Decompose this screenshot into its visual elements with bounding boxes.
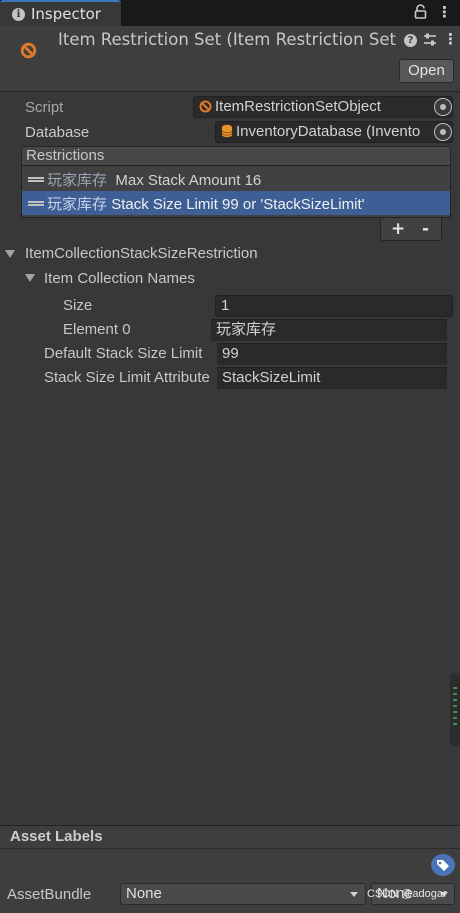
list-item[interactable]: 玩家库存 Max Stack Amount 16: [22, 167, 450, 191]
list-footer: + -: [380, 218, 442, 241]
size-label: Size: [63, 297, 93, 314]
chevron-down-icon: [350, 892, 358, 897]
tab-title: Inspector: [31, 5, 101, 23]
element0-label: Element 0: [63, 321, 131, 338]
drag-handle-icon[interactable]: [28, 177, 44, 179]
restrictions-label: Restrictions: [26, 147, 105, 164]
list-item-text: 玩家库存 Max Stack Amount 16: [47, 169, 261, 190]
restrictions-list-header: Restrictions: [21, 146, 451, 166]
database-field[interactable]: InventoryDatabase (Invento: [215, 121, 453, 143]
script-value: ItemRestrictionSetObject: [215, 98, 381, 115]
list-item-selected[interactable]: 玩家库存 Stack Size Limit 99 or 'StackSizeLi…: [22, 191, 450, 215]
asset-bundle-value: None: [126, 885, 162, 902]
asset-labels-bar: Asset Labels: [0, 825, 460, 849]
drag-handle-icon[interactable]: [28, 201, 44, 203]
script-field[interactable]: ItemRestrictionSetObject: [193, 96, 453, 118]
default-limit-label: Default Stack Size Limit: [44, 345, 203, 362]
script-picker-icon[interactable]: [434, 98, 452, 116]
info-icon: i: [12, 8, 25, 21]
details-title: ItemCollectionStackSizeRestriction: [25, 245, 258, 262]
restriction-set-icon: [20, 42, 37, 63]
list-item-label: Max Stack Amount 16: [115, 172, 262, 189]
asset-labels-title: Asset Labels: [10, 828, 103, 845]
presets-icon[interactable]: [423, 32, 437, 51]
list-item-label: Stack Size Limit 99 or 'StackSizeLimit': [111, 196, 365, 213]
inspector-tab[interactable]: i Inspector: [0, 0, 121, 26]
asset-bundle-dropdown[interactable]: None: [120, 883, 366, 905]
database-value: InventoryDatabase (Invento: [236, 123, 421, 140]
list-item-text: 玩家库存 Stack Size Limit 99 or 'StackSizeLi…: [47, 193, 365, 214]
list-item-collection: 玩家库存: [47, 172, 108, 189]
lock-icon[interactable]: [414, 4, 427, 23]
remove-item-button[interactable]: -: [422, 218, 429, 240]
watermark: CSDN @adogar: [367, 888, 447, 900]
asset-bundle-label: AssetBundle: [7, 886, 92, 903]
element0-input[interactable]: 玩家库存: [211, 319, 447, 341]
header-menu-icon[interactable]: ⋮: [443, 30, 458, 48]
scrollbar[interactable]: [450, 673, 460, 746]
open-button[interactable]: Open: [399, 59, 454, 83]
inspector-header: Item Restriction Set (Item Restriction S…: [0, 26, 460, 92]
database-asset-icon: [221, 124, 233, 142]
tag-icon[interactable]: [431, 854, 455, 876]
list-item-collection: 玩家库存: [47, 196, 108, 213]
script-label: Script: [25, 99, 64, 116]
add-item-button[interactable]: +: [391, 218, 405, 240]
object-title: Item Restriction Set (Item Restriction S…: [58, 30, 398, 49]
names-foldout-label[interactable]: Item Collection Names: [44, 270, 195, 287]
size-input[interactable]: 1: [215, 295, 453, 317]
database-picker-icon[interactable]: [434, 123, 452, 141]
limit-attribute-label: Stack Size Limit Attribute: [44, 369, 210, 386]
help-icon[interactable]: ?: [404, 34, 417, 47]
default-limit-input[interactable]: 99: [217, 343, 447, 365]
details-foldout-arrow-icon[interactable]: [5, 250, 15, 258]
limit-attribute-input[interactable]: StackSizeLimit: [217, 367, 447, 389]
script-asset-icon: [199, 99, 212, 117]
database-label: Database: [25, 124, 90, 141]
tab-menu-icon[interactable]: ⋮: [437, 3, 452, 21]
names-foldout-arrow-icon[interactable]: [25, 274, 35, 282]
